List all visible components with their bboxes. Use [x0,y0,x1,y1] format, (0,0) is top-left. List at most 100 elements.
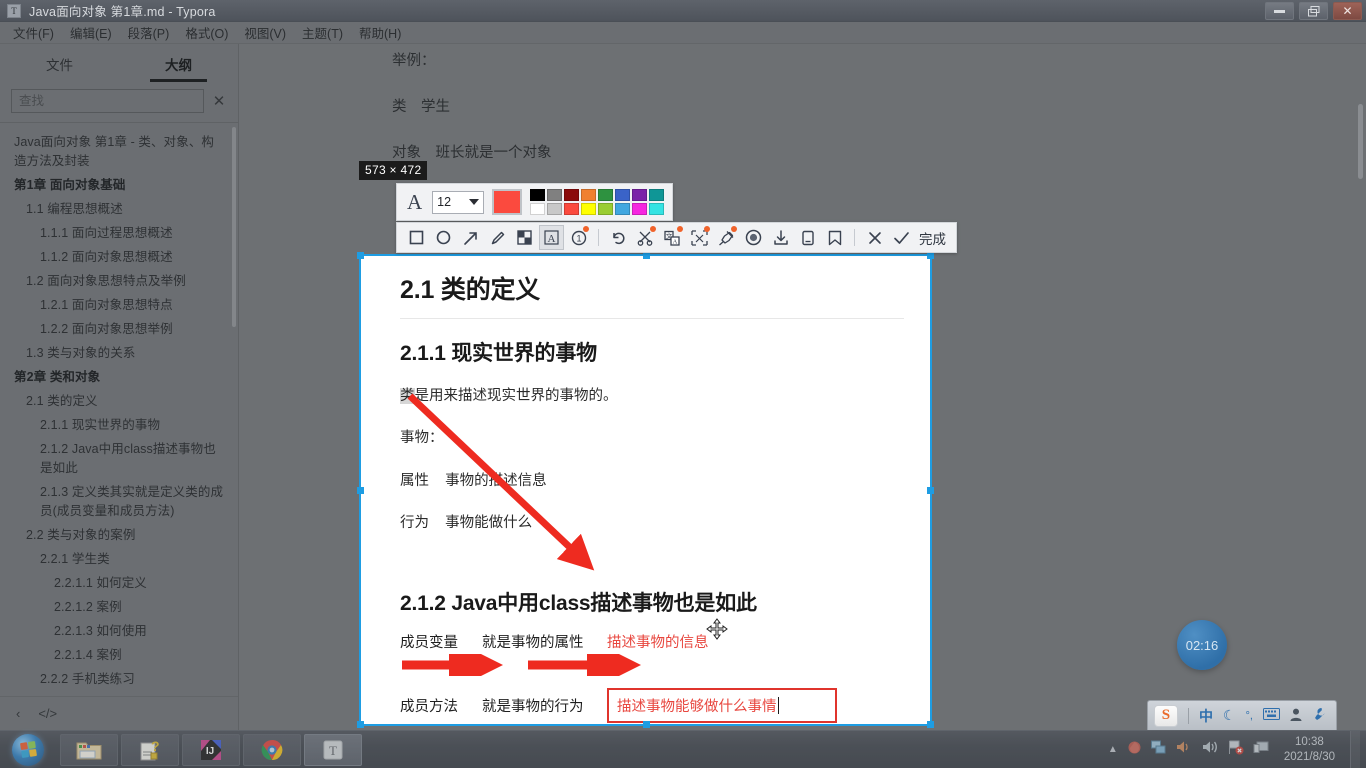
swatch-red[interactable] [564,203,580,215]
taskbar-item-typora[interactable]: T [304,733,362,766]
swatch-blue[interactable] [615,189,631,201]
swatch-green[interactable] [598,189,614,201]
text-tool-icon[interactable]: A [539,225,564,250]
outline-item[interactable]: 1.2 面向对象思想特点及举例 [14,270,224,294]
menu-help[interactable]: 帮助(H) [352,21,408,44]
minimize-button[interactable] [1265,2,1294,20]
ocr-tool-icon[interactable]: 文 A [660,225,685,250]
outline-item[interactable]: 1.3 类与对象的关系 [14,342,224,366]
menu-edit[interactable]: 编辑(E) [63,21,119,44]
translate-tool-icon[interactable] [687,225,712,250]
outline-item[interactable]: 2.2.2 手机类练习 [14,668,224,692]
record-tool-icon[interactable] [741,225,766,250]
swatch-purple[interactable] [632,189,648,201]
user-icon[interactable] [1290,708,1302,724]
source-code-icon[interactable]: </> [38,706,57,721]
close-icon[interactable]: ✕ [210,92,228,110]
resize-handle-top-left[interactable] [357,252,364,259]
maximize-button[interactable] [1299,2,1328,20]
swatch-skyblue[interactable] [615,203,631,215]
volume-muted-icon[interactable] [1176,740,1193,759]
outline-item[interactable]: 1.1 编程思想概述 [14,198,224,222]
resize-handle-bottom-right[interactable] [927,721,934,728]
resize-handle-top-center[interactable] [642,252,650,259]
menu-view[interactable]: 视图(V) [237,21,293,44]
ellipse-tool-icon[interactable] [431,225,456,250]
arrow-tool-icon[interactable] [458,225,483,250]
pen-tool-icon[interactable] [485,225,510,250]
bookmark-tool-icon[interactable] [822,225,847,250]
outline-item[interactable]: 2.2.1.1 如何定义 [14,572,224,596]
moon-icon[interactable]: ☾ [1223,707,1236,724]
show-desktop-button[interactable] [1350,730,1360,768]
mosaic-tool-icon[interactable] [512,225,537,250]
number-tool-icon[interactable]: 1 [566,225,591,250]
confirm-tool-icon[interactable] [889,225,914,250]
done-button[interactable]: 完成 [919,228,949,248]
menu-format[interactable]: 格式(O) [178,21,235,44]
resize-handle-bottom-center[interactable] [642,721,650,728]
network-icon[interactable] [1150,740,1167,759]
search-input[interactable] [11,89,204,113]
cut-tool-icon[interactable] [633,225,658,250]
outline-item[interactable]: 第2章 类和对象 [14,366,224,390]
taskbar-item-file-explorer[interactable] [60,733,118,766]
swatch-yellowgreen[interactable] [598,203,614,215]
taskbar-clock[interactable]: 10:38 2021/8/30 [1278,735,1341,764]
sogou-logo-icon[interactable]: S [1153,704,1178,727]
current-color-swatch[interactable] [492,189,523,215]
swatch-white[interactable] [530,203,546,215]
punctuation-icon[interactable]: °, [1246,710,1253,722]
editor-scrollbar[interactable] [1358,104,1363,179]
swatch-yellow[interactable] [581,203,597,215]
outline-item[interactable]: 2.1.3 定义类其实就是定义类的成员(成员变量和成员方法) [14,481,224,524]
swatch-teal[interactable] [649,189,665,201]
outline-item[interactable]: 2.1 类的定义 [14,390,224,414]
taskbar-item-help-document[interactable]: ? [121,733,179,766]
outline-item[interactable]: 2.2.1 学生类 [14,548,224,572]
start-button[interactable] [4,733,52,767]
outline-item[interactable]: 2.1.2 Java中用class描述事物也是如此 [14,438,224,481]
ime-mode-icon[interactable]: 中 [1199,706,1213,726]
outline-item[interactable]: 2.2.1.4 案例 [14,644,224,668]
outline-item[interactable]: 2.2.1.3 如何使用 [14,620,224,644]
outline-item[interactable]: 1.2.2 面向对象思想举例 [14,318,224,342]
flag-error-icon[interactable] [1228,740,1244,760]
outline-item[interactable]: 1.2.1 面向对象思想特点 [14,294,224,318]
outline-item[interactable]: 2.2.1.2 案例 [14,596,224,620]
screenshot-selection[interactable]: 2.1 类的定义 2.1.1 现实世界的事物 类是用来描述现实世界的事物的。 事… [357,252,934,728]
monitor-icon[interactable] [1253,740,1269,760]
taskbar-item-chrome[interactable] [243,733,301,766]
taskbar-item-intellij-idea[interactable]: IJ [182,733,240,766]
close-button[interactable]: ✕ [1333,2,1362,20]
pin-tool-icon[interactable] [714,225,739,250]
wrench-icon[interactable] [1312,707,1326,724]
download-tool-icon[interactable] [768,225,793,250]
outline-scrollbar[interactable] [232,127,236,327]
tab-outline[interactable]: 大纲 [119,54,238,82]
menu-paragraph[interactable]: 段落(P) [121,21,177,44]
outline-item[interactable]: 1.1.2 面向对象思想概述 [14,246,224,270]
resize-handle-bottom-left[interactable] [357,721,364,728]
tray-up-arrow-icon[interactable]: ▲ [1108,744,1118,755]
resize-handle-middle-left[interactable] [357,487,364,494]
cancel-tool-icon[interactable] [862,225,887,250]
back-icon[interactable]: ‹ [16,706,20,721]
menu-file[interactable]: 文件(F) [6,21,61,44]
mobile-tool-icon[interactable] [795,225,820,250]
swatch-orange[interactable] [581,189,597,201]
swatch-darkred[interactable] [564,189,580,201]
text-annotation-input[interactable]: 描述事物能够做什么事情 [607,687,837,723]
rect-tool-icon[interactable] [404,225,429,250]
outline-item[interactable]: 2.1.1 现实世界的事物 [14,414,224,438]
outline-item[interactable]: 2.2 类与对象的案例 [14,524,224,548]
volume-icon[interactable] [1202,740,1219,759]
font-size-select[interactable]: 12 [432,190,485,214]
resize-handle-top-right[interactable] [927,252,934,259]
tab-files[interactable]: 文件 [0,54,119,82]
outline-list[interactable]: Java面向对象 第1章 - 类、对象、构造方法及封装 第1章 面向对象基础 1… [0,122,238,696]
swatch-cyan[interactable] [649,203,665,215]
undo-tool-icon[interactable] [606,225,631,250]
outline-item[interactable]: 第1章 面向对象基础 [14,174,224,198]
outline-item[interactable]: Java面向对象 第1章 - 类、对象、构造方法及封装 [14,131,224,174]
